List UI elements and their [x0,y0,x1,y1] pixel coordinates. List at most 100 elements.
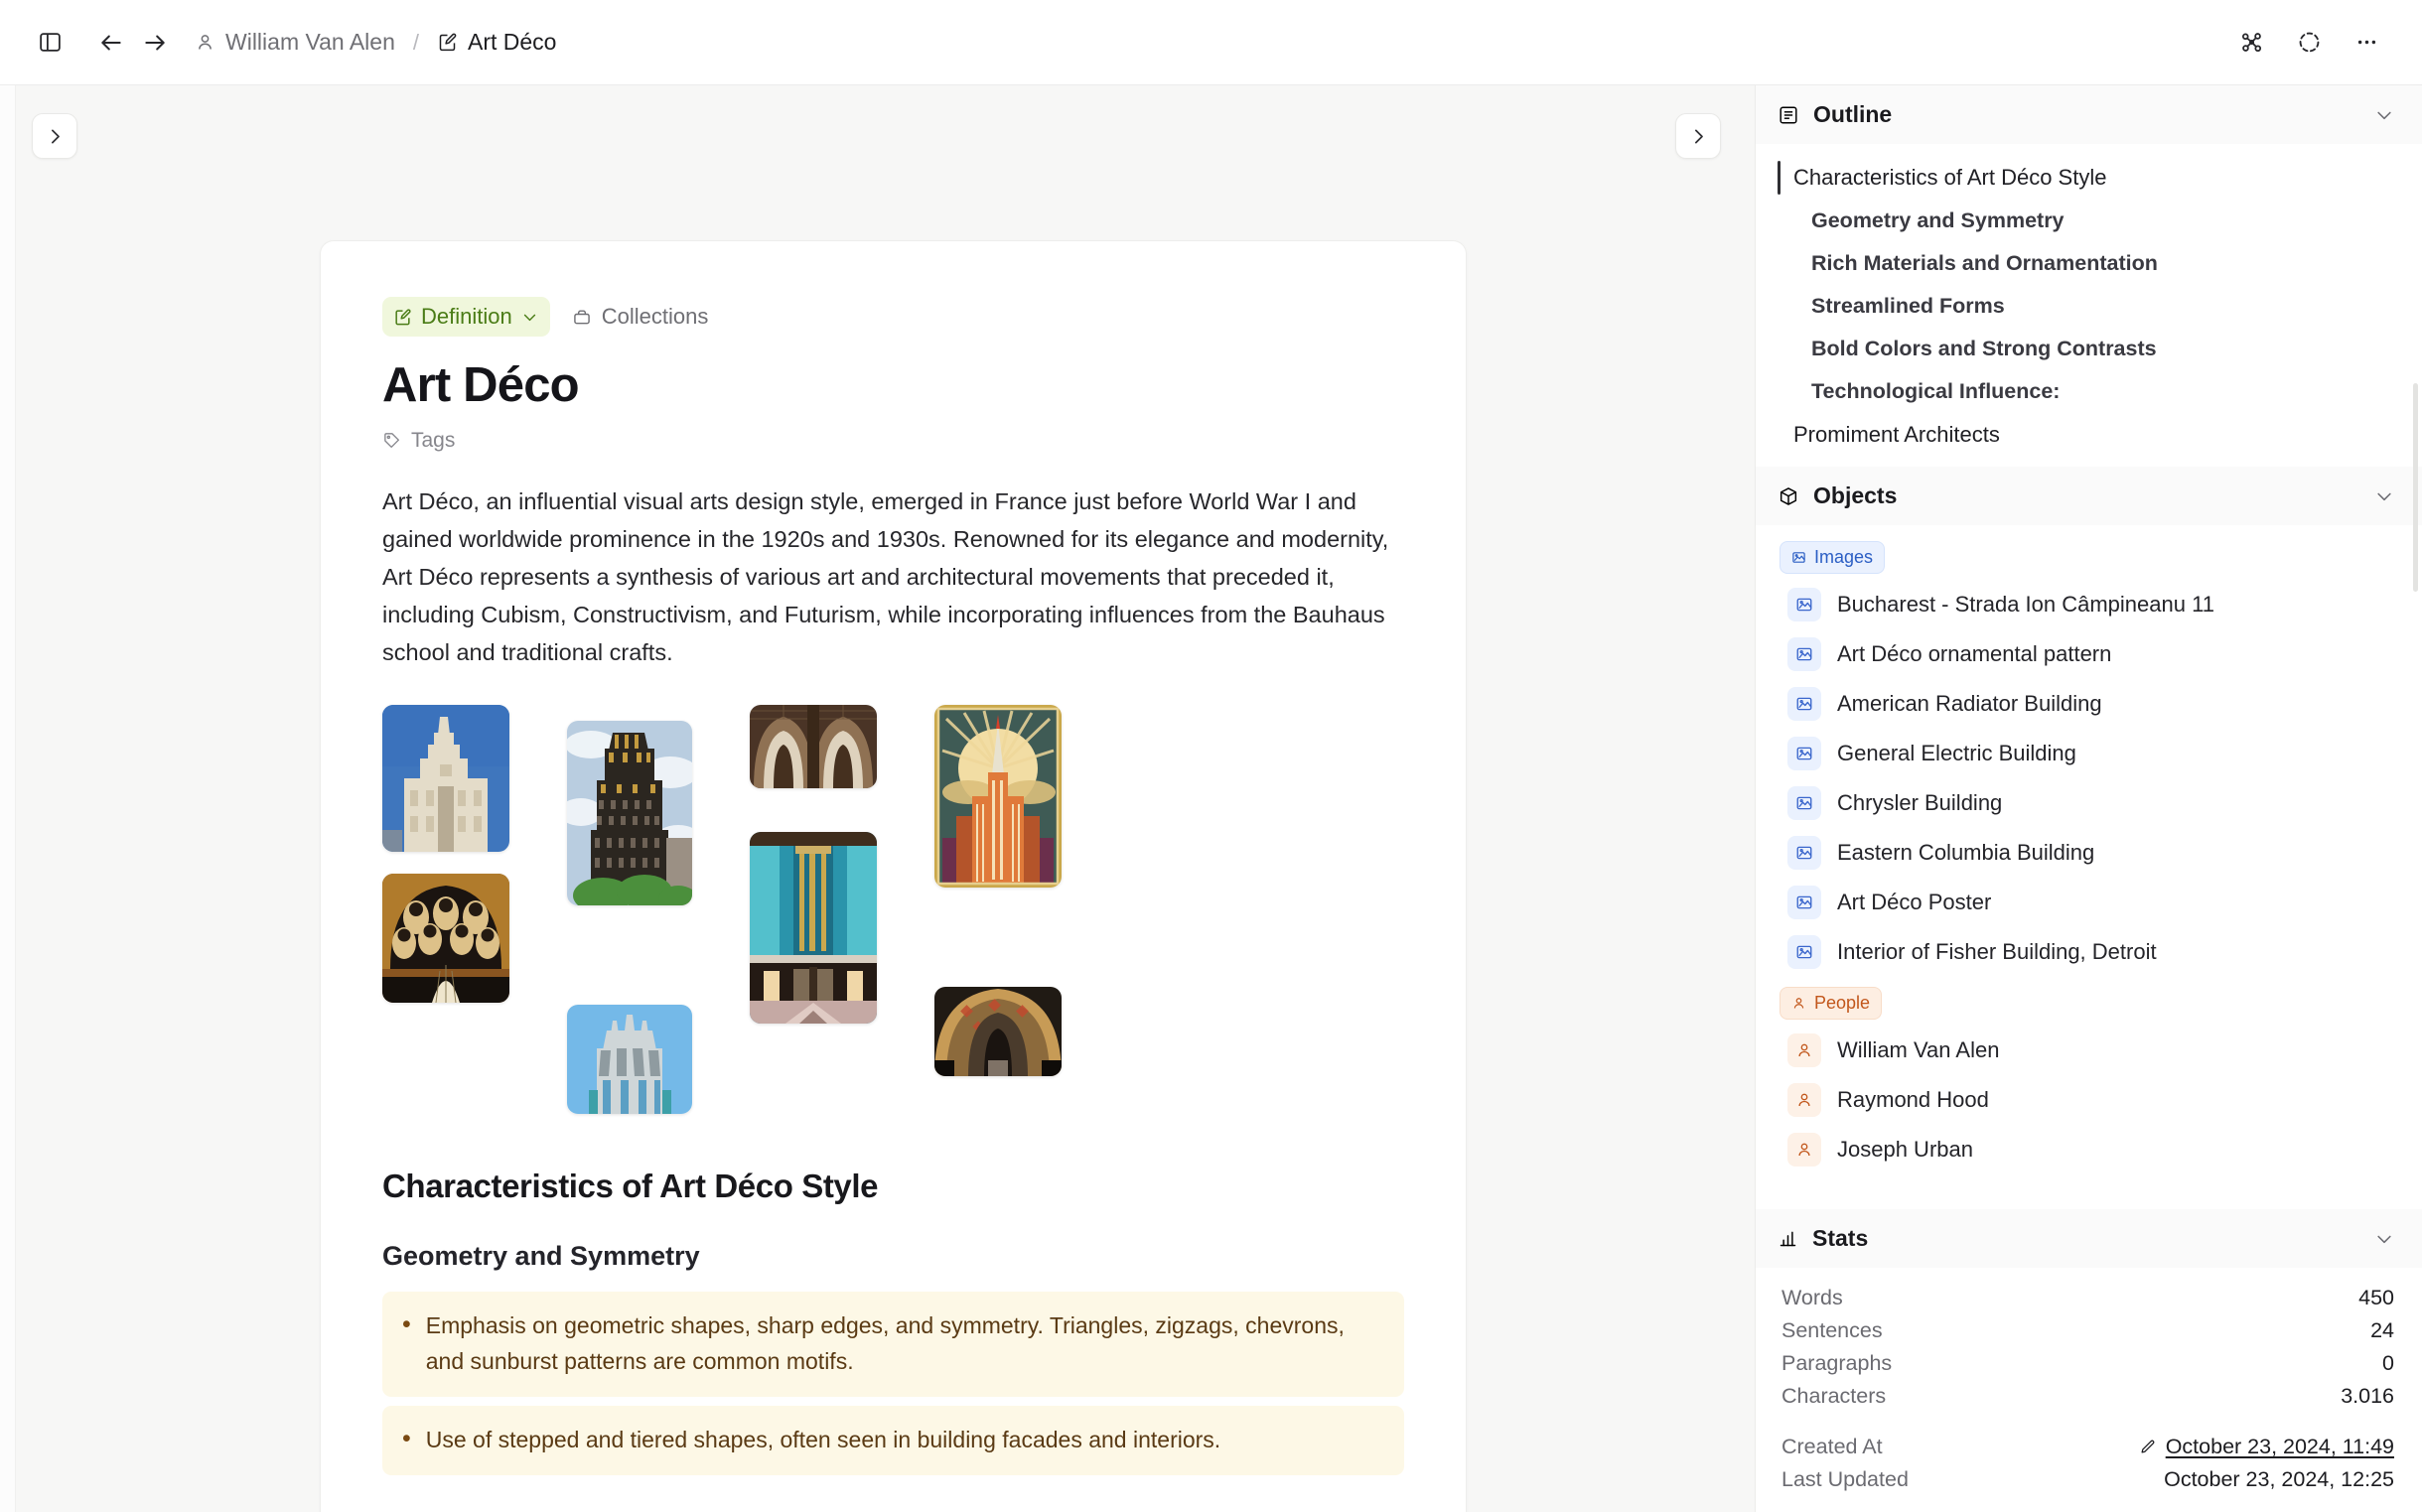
list-item-label: General Electric Building [1837,741,2076,765]
breadcrumb-separator: / [412,29,419,55]
breadcrumb-parent[interactable]: William Van Alen [189,25,401,60]
image-gallery [382,705,1404,1115]
list-item[interactable]: William Van Alen [1778,1026,2400,1075]
expand-left-panel-button[interactable] [32,113,77,159]
list-item[interactable]: Art Déco Poster [1778,878,2400,927]
gallery-image-arches[interactable] [750,705,877,789]
arrow-left-icon[interactable] [89,21,133,65]
section-heading: Characteristics of Art Déco Style [382,1168,879,1205]
ai-circle-icon[interactable] [2287,21,2331,65]
app-window: William Van Alen / Art Déco Definition C… [0,0,2422,1512]
bullet-item: • Emphasis on geometric shapes, sharp ed… [382,1292,1404,1397]
people-group-tag[interactable]: People [1780,987,1883,1020]
sidebar-scrollbar[interactable] [2413,383,2418,592]
stat-value: 0 [2382,1351,2394,1375]
objects-panel-header[interactable]: Objects [1756,467,2422,525]
expand-right-panel-button[interactable] [1675,113,1721,159]
stat-label: Words [1781,1286,1843,1309]
created-at-value[interactable]: October 23, 2024, 11:49 [2166,1435,2394,1459]
graph-view-icon[interactable] [2229,21,2273,65]
list-item[interactable]: American Radiator Building [1778,679,2400,729]
stat-label: Sentences [1781,1318,1883,1342]
intro-paragraph: Art Déco, an influential visual arts des… [382,487,1389,666]
page-title: Art Déco [382,358,580,412]
stat-row-characters: Characters 3.016 [1781,1380,2394,1413]
gallery-image-ge[interactable] [567,1005,692,1115]
image-icon [1787,737,1821,770]
bar-chart-icon [1778,1228,1798,1249]
bullet-dot-icon: • [402,1424,411,1452]
arrow-right-icon[interactable] [133,21,177,65]
subsection-heading: Geometry and Symmetry [382,1241,700,1272]
gallery-image-fisher[interactable] [934,987,1062,1077]
bullet-item: • Use of stepped and tiered shapes, ofte… [382,1405,1404,1475]
images-group-tag[interactable]: Images [1780,541,1886,574]
more-options-icon[interactable] [2345,21,2388,65]
list-item-label: Chrysler Building [1837,790,2003,815]
collections-button[interactable]: Collections [572,304,709,330]
stats-panel-title: Stats [1812,1225,1869,1251]
objects-section: Images Bucharest - Strada Ion Câmpineanu… [1756,525,2422,1174]
outline-panel-title: Outline [1813,101,1893,127]
person-icon [1787,1033,1821,1067]
breadcrumb-parent-label: William Van Alen [225,29,395,55]
collections-label: Collections [601,304,709,329]
list-item-label: Joseph Urban [1837,1137,1973,1162]
gallery-column-2 [567,705,692,1115]
chevron-down-icon[interactable] [2374,105,2394,125]
list-item[interactable]: Interior of Fisher Building, Detroit [1778,927,2400,977]
last-updated-value: October 23, 2024, 12:25 [2164,1467,2394,1491]
list-item[interactable]: General Electric Building [1778,729,2400,778]
document-type-pill[interactable]: Definition [382,297,550,337]
breadcrumb-current[interactable]: Art Déco [431,25,562,60]
stat-row-created-at: Created At October 23, 2024, 11:49 [1781,1431,2394,1463]
stat-label: Paragraphs [1781,1351,1893,1375]
tags-button[interactable]: Tags [382,429,455,453]
chevron-right-icon [45,126,66,147]
gallery-image-ornament[interactable] [382,874,509,1004]
objects-panel-title: Objects [1813,482,1898,508]
stats-panel-header[interactable]: Stats [1756,1209,2422,1268]
outline-item[interactable]: Rich Materials and Ornamentation [1778,242,2400,285]
list-item[interactable]: Bucharest - Strada Ion Câmpineanu 11 [1778,580,2400,629]
list-item[interactable]: Raymond Hood [1778,1075,2400,1125]
gallery-image-lobby[interactable] [750,832,877,1025]
outline-item[interactable]: Promiment Architects [1778,413,2400,457]
body-row: Definition Collections Art Déco Tags Art… [0,85,2422,1512]
note-edit-icon [393,308,412,327]
tag-icon [382,431,401,450]
list-item-label: Eastern Columbia Building [1837,840,2095,865]
chevron-down-icon[interactable] [2374,486,2394,506]
images-group-label: Images [1814,547,1874,567]
gallery-column-3 [750,705,877,1025]
list-item[interactable]: Joseph Urban [1778,1125,2400,1174]
document-area: Definition Collections Art Déco Tags Art… [16,85,1755,1512]
document-meta-row: Definition Collections [382,297,1404,337]
image-icon [1787,935,1821,969]
chevron-down-icon[interactable] [2374,1229,2394,1249]
pencil-icon[interactable] [2138,1439,2156,1456]
stat-row-last-updated: Last Updated October 23, 2024, 12:25 [1781,1463,2394,1496]
chevron-down-icon [521,309,538,326]
outline-item[interactable]: Characteristics of Art Déco Style [1778,156,2400,200]
image-icon [1787,588,1821,621]
list-item[interactable]: Eastern Columbia Building [1778,828,2400,878]
outline-item[interactable]: Technological Influence: [1778,370,2400,413]
list-item[interactable]: Chrysler Building [1778,778,2400,828]
right-sidebar: Outline Characteristics of Art Déco Styl… [1755,85,2422,1512]
outline-item[interactable]: Geometry and Symmetry [1778,200,2400,242]
outline-panel-header[interactable]: Outline [1756,85,2422,144]
gallery-image-bucharest[interactable] [382,705,509,853]
outline-item[interactable]: Bold Colors and Strong Contrasts [1778,328,2400,370]
panel-left-icon[interactable] [28,21,71,65]
gallery-image-radiator[interactable] [567,721,692,906]
list-item-label: Art Déco Poster [1837,890,1992,914]
outline-item[interactable]: Streamlined Forms [1778,285,2400,328]
stat-value: 450 [2358,1286,2394,1309]
list-item[interactable]: Art Déco ornamental pattern [1778,629,2400,679]
image-icon [1787,687,1821,721]
person-icon [1787,1083,1821,1117]
stat-row-paragraphs: Paragraphs 0 [1781,1347,2394,1380]
gallery-image-poster[interactable] [934,705,1062,889]
outline-icon [1778,104,1799,126]
